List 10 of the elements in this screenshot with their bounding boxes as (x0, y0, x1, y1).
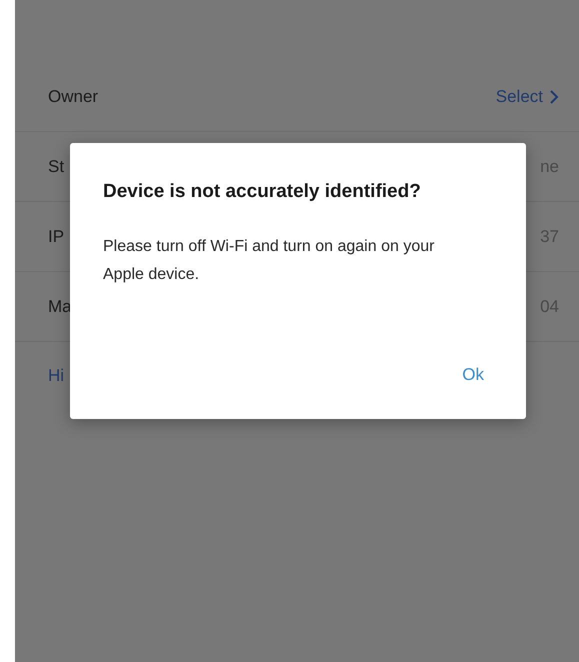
select-link[interactable]: Select (496, 86, 559, 106)
text-link[interactable]: Hi (48, 366, 64, 385)
ok-button[interactable]: Ok (452, 361, 494, 389)
row-label: IP (48, 226, 64, 246)
row-label: Owner (48, 86, 98, 106)
dialog-title: Device is not accurately identified? (103, 181, 422, 203)
chevron-right-icon (549, 88, 559, 104)
row-label: St (48, 156, 64, 176)
row-label: Ma (48, 296, 72, 316)
dialog-message: Please turn off Wi-Fi and turn on again on your Apple device. (103, 237, 436, 285)
